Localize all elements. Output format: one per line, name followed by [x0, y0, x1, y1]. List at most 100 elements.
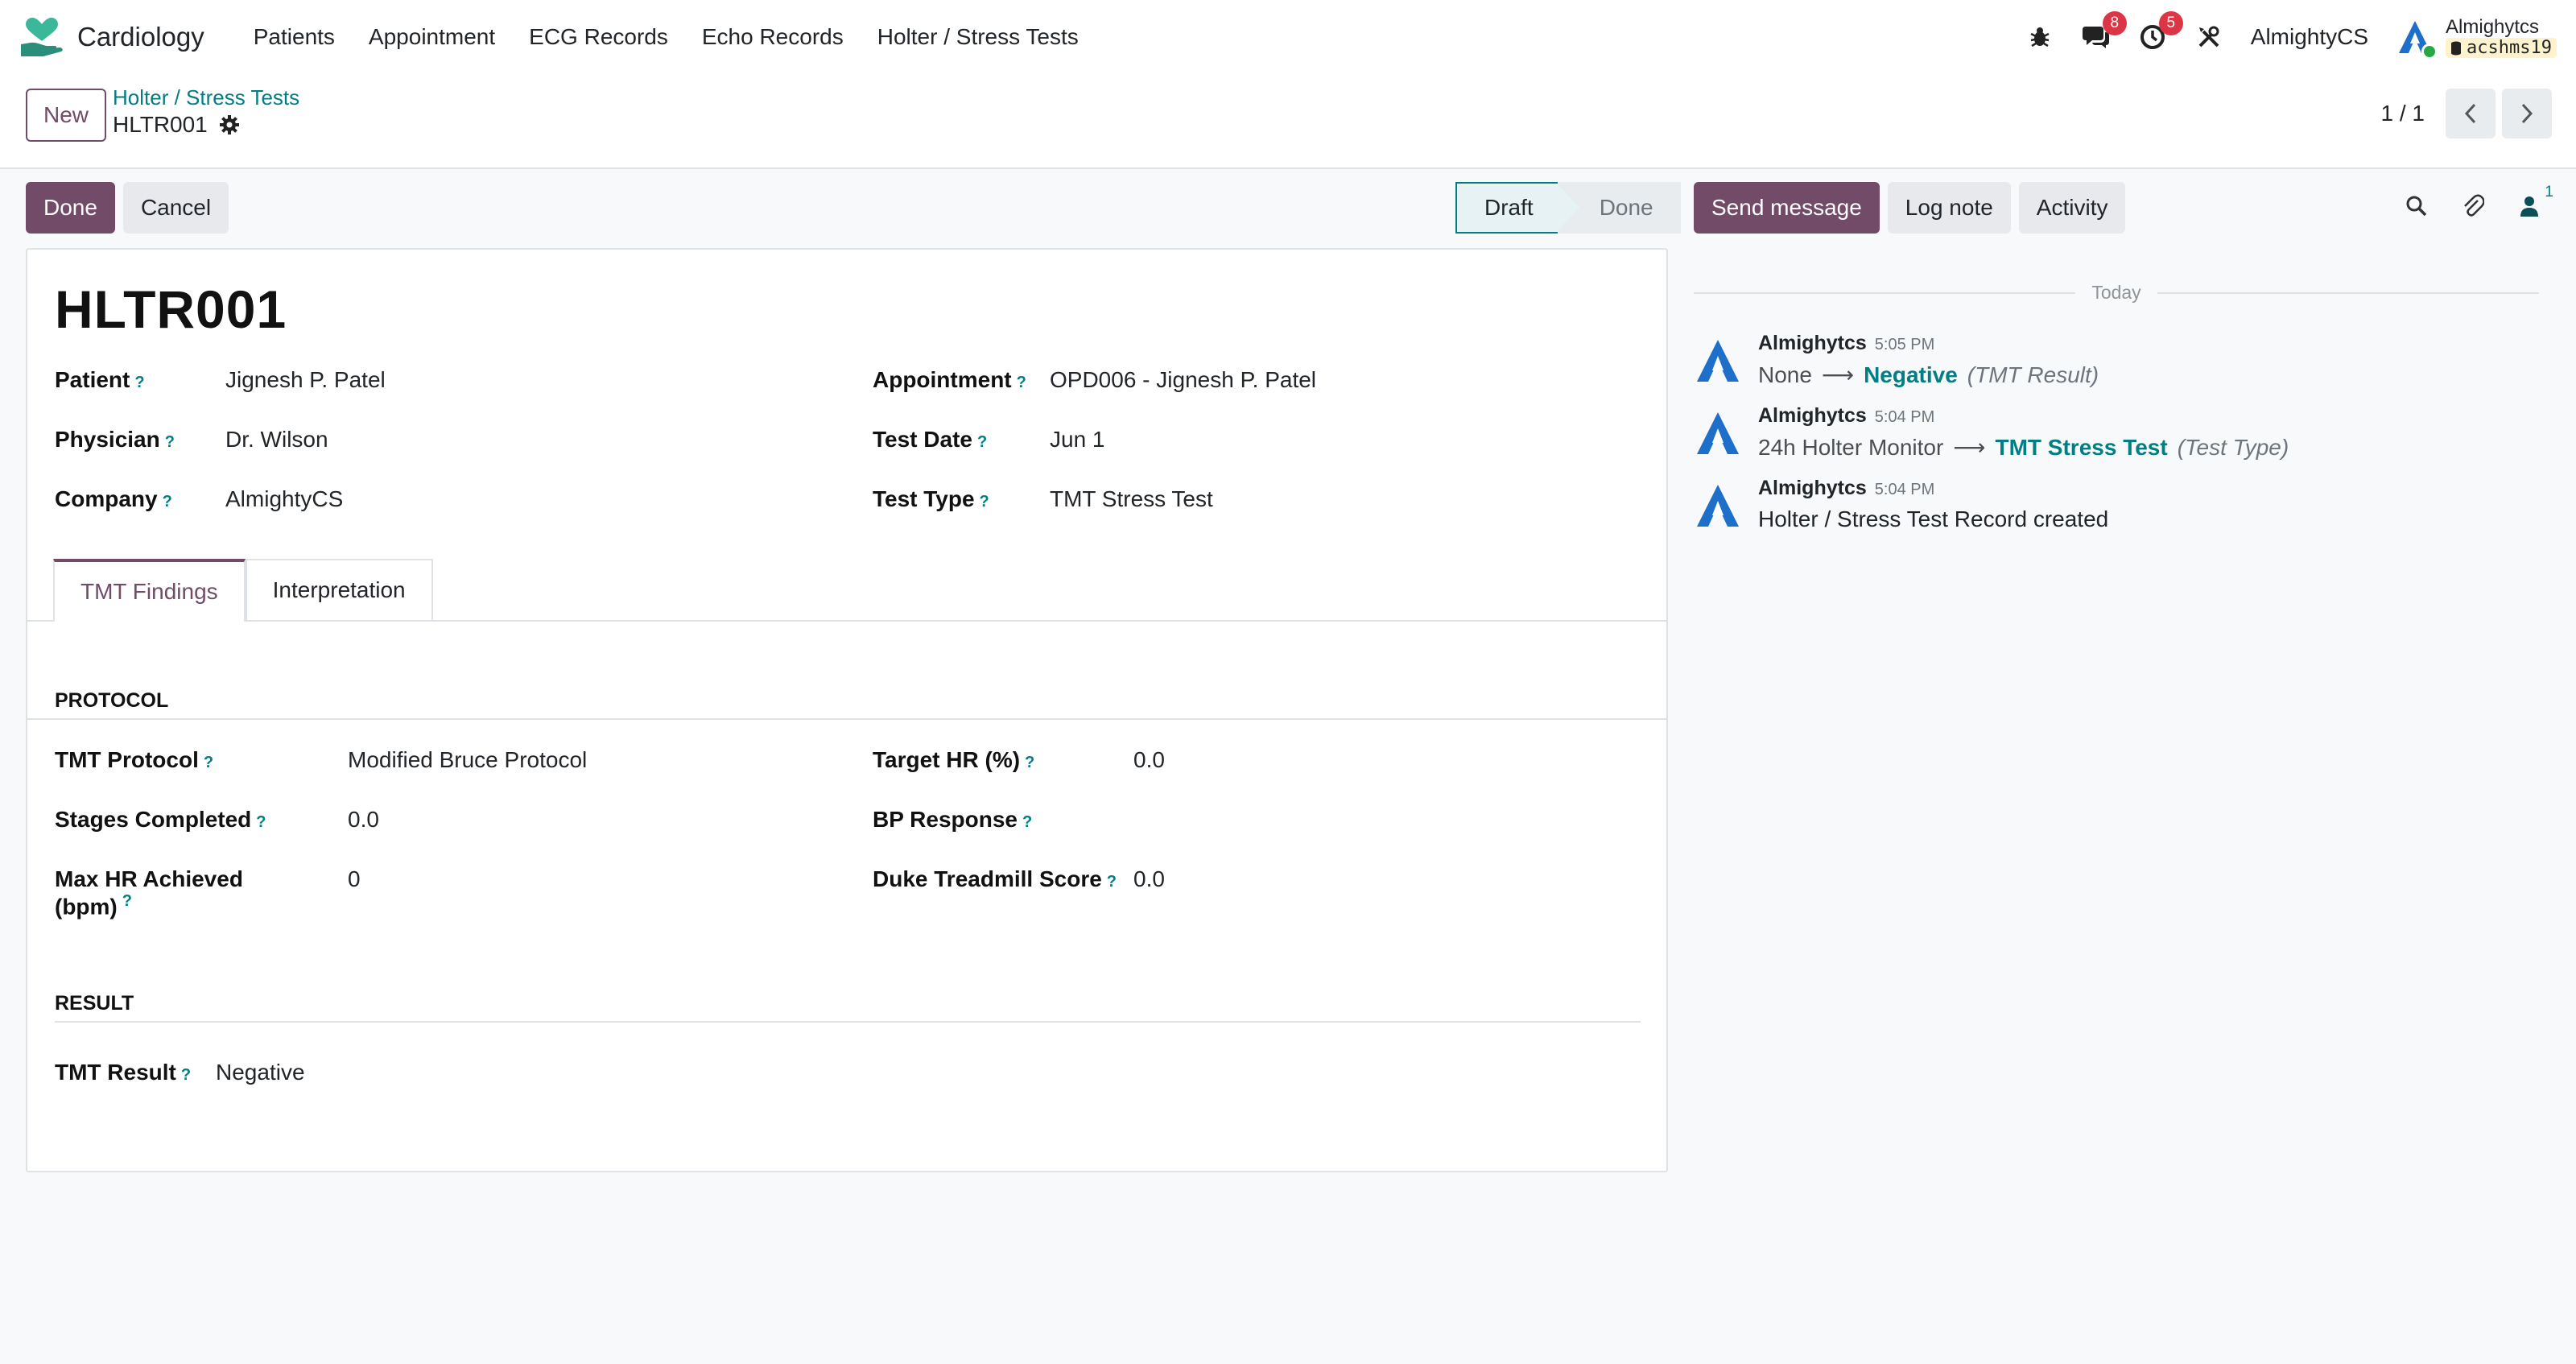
stages-completed-value[interactable]: 0.0 [348, 807, 379, 833]
app-name: Cardiology [77, 22, 204, 52]
max-hr-value[interactable]: 0 [348, 866, 361, 892]
help-tooltip-icon[interactable]: ? [980, 493, 989, 511]
message-author[interactable]: Almighytcs [1758, 404, 1867, 428]
menu-item-echo-records[interactable]: Echo Records [685, 24, 861, 50]
help-tooltip-icon[interactable]: ? [1107, 873, 1117, 891]
menu-item-ecg-records[interactable]: ECG Records [512, 24, 685, 50]
activity-button[interactable]: Activity [2018, 182, 2126, 234]
physician-field: Physician? Dr. Wilson [55, 427, 328, 453]
gear-icon[interactable] [219, 114, 240, 135]
paperclip-icon[interactable] [2458, 192, 2487, 221]
cancel-button[interactable]: Cancel [122, 182, 229, 234]
tab-interpretation[interactable]: Interpretation [245, 559, 433, 622]
tools-icon[interactable] [2194, 23, 2223, 52]
main-menu: Patients Appointment ECG Records Echo Re… [237, 24, 1096, 50]
breadcrumb-current: HLTR001 [113, 112, 299, 138]
send-message-button[interactable]: Send message [1694, 182, 1880, 234]
test-type-field: Test Type? TMT Stress Test [873, 486, 1213, 512]
tracking-old-value: 24h Holter Monitor [1758, 434, 1944, 460]
help-tooltip-icon[interactable]: ? [181, 1066, 191, 1085]
target-hr-label: Target HR (%) [873, 747, 1021, 772]
database-label: acshms19 [2467, 38, 2552, 59]
message-time: 5:04 PM [1874, 481, 1935, 498]
systray: 8 5 AlmightyCS Almighytcs acshms19 [2025, 10, 2557, 60]
help-tooltip-icon[interactable]: ? [256, 813, 266, 832]
test-date-label: Test Date [873, 427, 972, 452]
target-hr-field: Target HR (%)? 0.0 [873, 747, 1165, 773]
online-status-dot [2421, 43, 2438, 60]
pager-counter[interactable]: 1 / 1 [2381, 101, 2425, 126]
stage-done-label: Done [1599, 195, 1653, 220]
tmt-result-value[interactable]: Negative [216, 1060, 305, 1085]
author-avatar[interactable] [1694, 482, 1742, 530]
test-type-label: Test Type [873, 486, 975, 511]
bp-response-label: BP Response [873, 807, 1018, 832]
target-hr-value[interactable]: 0.0 [1133, 747, 1165, 773]
message-author[interactable]: Almighytcs [1758, 332, 1867, 355]
followers-icon[interactable]: 1 [2515, 184, 2553, 221]
debug-bug-icon[interactable] [2025, 23, 2054, 52]
author-avatar[interactable] [1694, 337, 1742, 385]
help-tooltip-icon[interactable]: ? [977, 433, 987, 452]
database-icon [2451, 41, 2462, 56]
database-name: acshms19 [2446, 38, 2557, 59]
help-tooltip-icon[interactable]: ? [1022, 813, 1032, 832]
patient-value[interactable]: Jignesh P. Patel [225, 367, 386, 393]
chatter-topbar: Send message Log note Activity [1694, 182, 2126, 234]
user-menu[interactable]: Almighytcs acshms19 [2396, 16, 2557, 60]
status-stages: Draft Done [1455, 182, 1681, 234]
bp-response-field: BP Response? [873, 807, 1032, 833]
breadcrumb-parent-link[interactable]: Holter / Stress Tests [113, 85, 299, 110]
help-tooltip-icon[interactable]: ? [122, 892, 132, 910]
protocol-section-divider [27, 718, 1666, 720]
done-button[interactable]: Done [26, 182, 115, 234]
breadcrumb: Holter / Stress Tests HLTR001 [113, 85, 299, 138]
tab-tmt-findings[interactable]: TMT Findings [53, 559, 246, 622]
help-tooltip-icon[interactable]: ? [1017, 374, 1026, 392]
cardiology-app-icon [21, 18, 63, 56]
tracking-new-value: Negative [1864, 362, 1958, 387]
messages-icon[interactable]: 8 [2082, 10, 2127, 52]
chatter-message: Almighytcs 5:04 PM Holter / Stress Test … [1694, 477, 2108, 532]
company-switcher[interactable]: AlmightyCS [2251, 24, 2368, 50]
log-note-button[interactable]: Log note [1887, 182, 2011, 234]
activity-clock-icon[interactable]: 5 [2138, 10, 2183, 52]
menu-item-appointment[interactable]: Appointment [352, 24, 512, 50]
stages-completed-field: Stages Completed? 0.0 [55, 807, 379, 833]
help-tooltip-icon[interactable]: ? [204, 754, 213, 772]
pager-next-button[interactable] [2502, 89, 2552, 138]
test-type-value[interactable]: TMT Stress Test [1050, 486, 1213, 512]
message-author[interactable]: Almighytcs [1758, 477, 1867, 500]
help-tooltip-icon[interactable]: ? [163, 493, 172, 511]
appointment-value[interactable]: OPD006 - Jignesh P. Patel [1050, 367, 1316, 393]
physician-label: Physician [55, 427, 160, 452]
help-tooltip-icon[interactable]: ? [134, 374, 144, 392]
search-icon[interactable] [2402, 192, 2431, 221]
help-tooltip-icon[interactable]: ? [1025, 754, 1034, 772]
new-button[interactable]: New [26, 89, 106, 142]
pager-previous-button[interactable] [2446, 89, 2496, 138]
notebook-tabs: TMT Findings Interpretation [53, 559, 433, 622]
test-date-value[interactable]: Jun 1 [1050, 427, 1105, 453]
author-avatar[interactable] [1694, 409, 1742, 457]
app-brand[interactable]: Cardiology [19, 17, 204, 57]
followers-count: 1 [2545, 184, 2553, 200]
menu-item-holter-stress-tests[interactable]: Holter / Stress Tests [861, 24, 1096, 50]
duke-score-value[interactable]: 0.0 [1133, 866, 1165, 892]
menu-item-patients[interactable]: Patients [237, 24, 352, 50]
date-separator: Today [1694, 282, 2539, 304]
stage-draft[interactable]: Draft [1455, 182, 1582, 234]
tmt-protocol-field: TMT Protocol? Modified Bruce Protocol [55, 747, 587, 773]
company-field: Company? AlmightyCS [55, 486, 343, 512]
pager: 1 / 1 [2381, 89, 2552, 138]
company-value[interactable]: AlmightyCS [225, 486, 343, 512]
messages-badge: 8 [2102, 10, 2127, 35]
tmt-protocol-label: TMT Protocol [55, 747, 199, 772]
chatter-message: Almighytcs 5:05 PM None ⟶ Negative (TMT … [1694, 332, 2099, 388]
help-tooltip-icon[interactable]: ? [165, 433, 175, 452]
physician-value[interactable]: Dr. Wilson [225, 427, 328, 453]
max-hr-label-line2: (bpm) [55, 894, 118, 920]
duke-score-field: Duke Treadmill Score? 0.0 [873, 866, 1165, 892]
result-section-title: RESULT [55, 992, 134, 1015]
tmt-protocol-value[interactable]: Modified Bruce Protocol [348, 747, 587, 773]
